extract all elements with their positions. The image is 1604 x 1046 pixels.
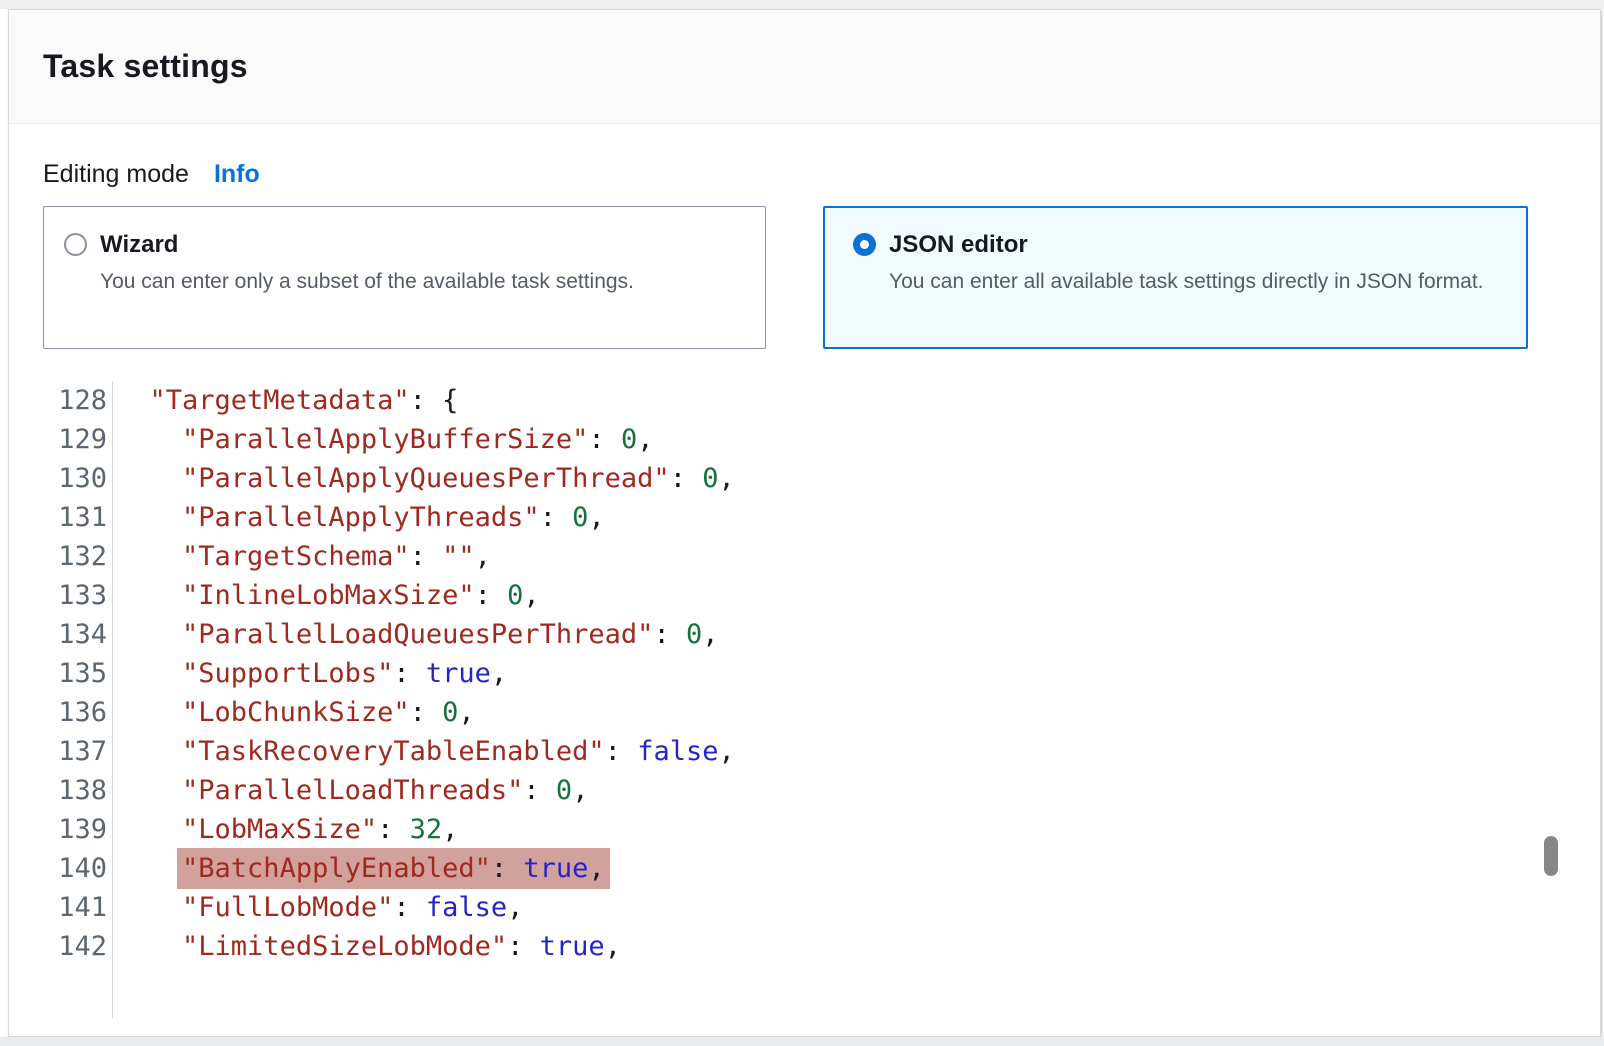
line-number: 135 — [43, 654, 107, 693]
code-line[interactable]: 141 "FullLobMode": false, — [43, 888, 1600, 927]
line-number: 140 — [43, 849, 107, 888]
info-link[interactable]: Info — [214, 160, 260, 189]
code-text: "InlineLobMaxSize": 0, — [107, 576, 540, 615]
code-text: "TaskRecoveryTableEnabled": false, — [107, 732, 735, 771]
code-text: "LimitedSizeLobMode": true, — [107, 927, 621, 966]
code-text: "FullLobMode": false, — [107, 888, 523, 927]
line-number: 129 — [43, 420, 107, 459]
code-line[interactable]: 140 "BatchApplyEnabled": true, — [43, 849, 1600, 888]
code-text: "SupportLobs": true, — [107, 654, 507, 693]
code-line[interactable]: 139 "LobMaxSize": 32, — [43, 810, 1600, 849]
code-text: "ParallelLoadQueuesPerThread": 0, — [107, 615, 718, 654]
code-text: "TargetSchema": "", — [107, 537, 491, 576]
line-number: 134 — [43, 615, 107, 654]
code-line[interactable]: 135 "SupportLobs": true, — [43, 654, 1600, 693]
line-number: 136 — [43, 693, 107, 732]
code-line[interactable]: 133 "InlineLobMaxSize": 0, — [43, 576, 1600, 615]
json-editor-option-title: JSON editor — [889, 230, 1484, 260]
code-text: "LobChunkSize": 0, — [107, 693, 475, 732]
wizard-option-texts: Wizard You can enter only a subset of th… — [100, 230, 634, 298]
code-line[interactable]: 128 "TargetMetadata": { — [43, 381, 1600, 420]
editing-mode-label: Editing mode — [43, 160, 189, 189]
code-text: "ParallelApplyQueuesPerThread": 0, — [107, 459, 735, 498]
json-editor-option-description: You can enter all available task setting… — [889, 265, 1484, 298]
radio-unselected-icon[interactable] — [64, 233, 87, 256]
json-editor-option-texts: JSON editor You can enter all available … — [889, 230, 1484, 298]
code-text: "BatchApplyEnabled": true, — [107, 849, 605, 888]
code-line[interactable]: 142 "LimitedSizeLobMode": true, — [43, 927, 1600, 966]
wizard-option-title: Wizard — [100, 230, 634, 260]
line-number: 131 — [43, 498, 107, 537]
highlighted-code: "BatchApplyEnabled": true, — [182, 848, 605, 889]
code-line[interactable]: 134 "ParallelLoadQueuesPerThread": 0, — [43, 615, 1600, 654]
line-number: 138 — [43, 771, 107, 810]
wizard-option-description: You can enter only a subset of the avail… — [100, 265, 634, 298]
scrollbar-thumb[interactable] — [1544, 836, 1558, 876]
code-lines: 128 "TargetMetadata": {129 "ParallelAppl… — [43, 381, 1600, 966]
code-text: "LobMaxSize": 32, — [107, 810, 458, 849]
panel-header: Task settings — [9, 10, 1600, 124]
code-line[interactable]: 130 "ParallelApplyQueuesPerThread": 0, — [43, 459, 1600, 498]
line-number: 139 — [43, 810, 107, 849]
page-bottom-strip — [0, 1037, 1604, 1046]
line-number: 142 — [43, 927, 107, 966]
line-number: 130 — [43, 459, 107, 498]
code-text: "TargetMetadata": { — [107, 381, 458, 420]
page-top-strip — [0, 0, 1604, 9]
line-number: 132 — [43, 537, 107, 576]
line-number: 141 — [43, 888, 107, 927]
code-line[interactable]: 136 "LobChunkSize": 0, — [43, 693, 1600, 732]
line-number: 137 — [43, 732, 107, 771]
code-line[interactable]: 131 "ParallelApplyThreads": 0, — [43, 498, 1600, 537]
page-title: Task settings — [43, 48, 248, 85]
line-number: 128 — [43, 381, 107, 420]
line-number: 133 — [43, 576, 107, 615]
code-text: "ParallelApplyThreads": 0, — [107, 498, 605, 537]
radio-selected-icon[interactable] — [853, 233, 876, 256]
editing-mode-row: Editing mode Info — [43, 160, 1600, 189]
code-line[interactable]: 138 "ParallelLoadThreads": 0, — [43, 771, 1600, 810]
editing-mode-options: Wizard You can enter only a subset of th… — [43, 206, 1600, 349]
panel-body: Editing mode Info Wizard You can enter o… — [9, 124, 1600, 1018]
wizard-option-card[interactable]: Wizard You can enter only a subset of th… — [43, 206, 766, 349]
code-line[interactable]: 137 "TaskRecoveryTableEnabled": false, — [43, 732, 1600, 771]
code-text: "ParallelApplyBufferSize": 0, — [107, 420, 653, 459]
json-code-editor[interactable]: 128 "TargetMetadata": {129 "ParallelAppl… — [43, 381, 1600, 1018]
code-text: "ParallelLoadThreads": 0, — [107, 771, 588, 810]
json-editor-option-card[interactable]: JSON editor You can enter all available … — [823, 206, 1528, 349]
code-line[interactable]: 132 "TargetSchema": "", — [43, 537, 1600, 576]
code-line[interactable]: 129 "ParallelApplyBufferSize": 0, — [43, 420, 1600, 459]
task-settings-panel: Task settings Editing mode Info Wizard Y… — [8, 9, 1601, 1037]
